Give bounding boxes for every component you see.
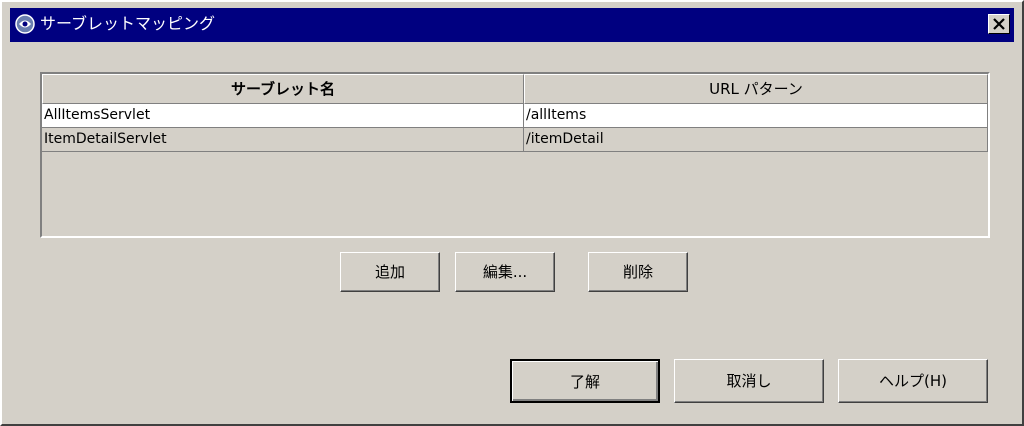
table-row[interactable]: AllItemsServlet /allItems [42, 104, 988, 128]
edit-button[interactable]: 編集... [455, 252, 555, 292]
table-header: サーブレット名 URL パターン [42, 74, 988, 104]
app-icon [14, 13, 36, 35]
table-row[interactable]: ItemDetailServlet /itemDetail [42, 128, 988, 152]
delete-button[interactable]: 削除 [588, 252, 688, 292]
title-bar[interactable]: サーブレットマッピング [10, 8, 1014, 42]
url-pattern-cell[interactable]: /itemDetail [524, 128, 988, 152]
servlet-mapping-dialog: サーブレットマッピング サーブレット名 URL パターン AllItemsSer… [0, 0, 1024, 426]
add-button[interactable]: 追加 [340, 252, 440, 292]
ok-button[interactable]: 了解 [510, 359, 660, 403]
column-header-url-pattern[interactable]: URL パターン [524, 74, 988, 104]
help-button[interactable]: ヘルプ(H) [838, 359, 988, 403]
url-pattern-cell[interactable]: /allItems [524, 104, 988, 128]
cancel-button[interactable]: 取消し [674, 359, 824, 403]
window-title: サーブレットマッピング [40, 14, 216, 33]
close-button[interactable] [988, 14, 1010, 34]
servlet-name-cell[interactable]: AllItemsServlet [42, 104, 524, 128]
close-icon [993, 18, 1005, 30]
column-header-servlet-name[interactable]: サーブレット名 [42, 74, 524, 104]
servlet-mapping-table: サーブレット名 URL パターン AllItemsServlet /allIte… [40, 72, 990, 238]
servlet-name-cell[interactable]: ItemDetailServlet [42, 128, 524, 152]
